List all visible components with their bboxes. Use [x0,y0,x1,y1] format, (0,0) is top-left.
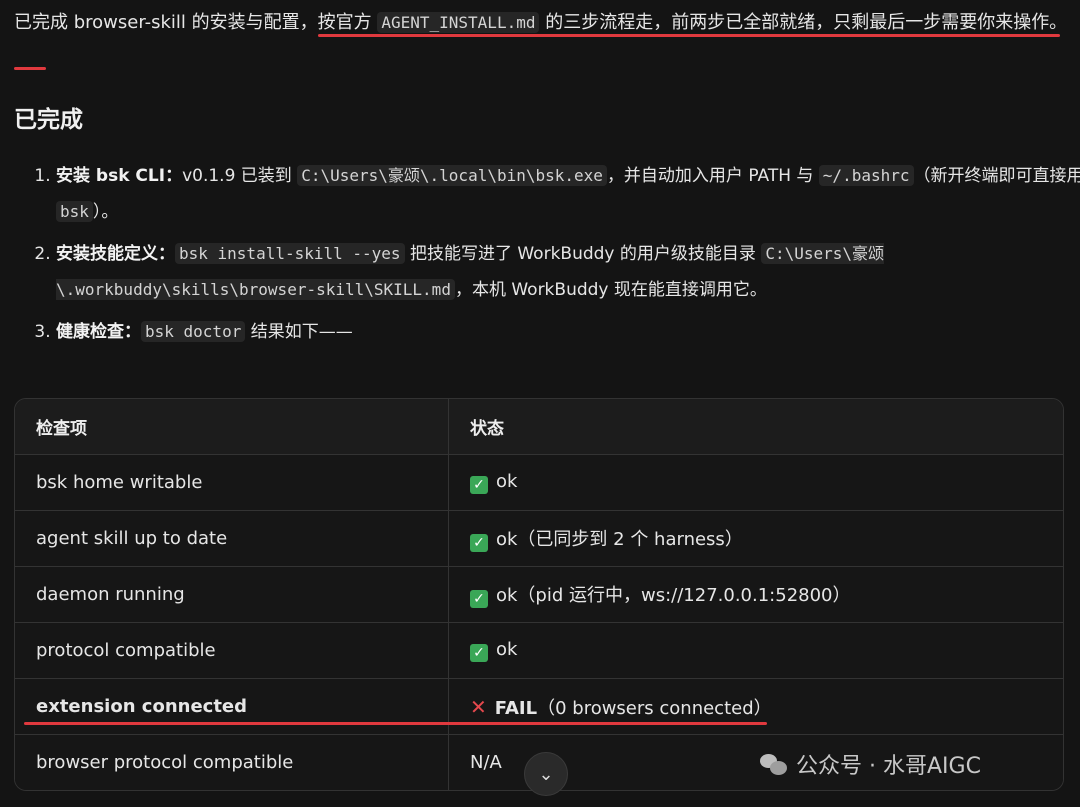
step-title: 安装技能定义： [56,244,175,264]
step-code: ~/.bashrc [818,165,914,186]
table-row: bsk home writable ✓ ok [15,454,1063,511]
check-icon: ✓ [470,476,488,494]
status-cell: ✓ ok（pid 运行中，ws://127.0.0.1:52800） [448,566,1063,623]
status-cell: ✓ ok（已同步到 2 个 harness） [448,510,1063,567]
table-row: daemon running ✓ ok（pid 运行中，ws://127.0.0.… [15,566,1063,623]
check-icon: ✓ [470,644,488,662]
intro-highlight-prefix: 按官方 [317,12,378,33]
status-cell: ✓ ok [448,454,1063,511]
step-text: v0.1.9 已装到 [182,166,298,186]
status-text: ok [496,471,518,492]
status-text: ok（已同步到 2 个 harness） [496,529,743,550]
step-code: C:\Users\豪颂\.local\bin\bsk.exe [297,165,607,186]
check-item: browser protocol compatible [15,734,449,790]
intro-text: 已完成 browser-skill 的安装与配置， [14,12,318,33]
step-text: 结果如下—— [245,322,353,342]
intro-underline-1 [318,34,1060,37]
step-text: 把技能写进了 WorkBuddy 的用户级技能目录 [404,244,762,264]
check-item: protocol compatible [15,622,449,679]
column-header-status: 状态 [448,399,1063,455]
intro-highlight-suffix: 的三步流程走，前两步已全部就绪，只剩最后一步需要你来操作。 [539,12,1068,33]
step-text: （新开终端即可直接用 [913,166,1080,186]
table-row: extension connected ✕ FAIL（0 browsers con… [15,678,1063,735]
column-header-check: 检查项 [15,399,449,455]
watermark-text: 公众号 · 水哥AIGC [796,754,981,779]
cross-icon: ✕ [470,694,487,719]
status-text: （0 browsers connected） [537,697,772,719]
status-cell: ✓ ok [448,622,1063,679]
section-title: 已完成 [14,107,83,133]
check-icon: ✓ [470,534,488,552]
check-item: extension connected [15,678,449,735]
check-icon: ✓ [470,590,488,608]
table-header-row: 检查项 状态 [15,399,1063,455]
doctor-results-table: 检查项 状态 bsk home writable ✓ ok agent skill… [14,398,1064,791]
step-text: ）。 [92,202,119,222]
step-item: 健康检查：bsk doctor 结果如下—— [56,314,1080,350]
status-cell: ✕ FAIL（0 browsers connected） [448,678,1063,735]
wechat-icon [760,752,788,776]
step-code: bsk install-skill --yes [175,243,405,264]
status-text: ok（pid 运行中，ws://127.0.0.1:52800） [496,585,851,606]
step-code: bsk [56,201,93,222]
step-item: 安装 bsk CLI：v0.1.9 已装到 C:\Users\豪颂\.local… [56,158,1080,230]
install-doc-code: AGENT_INSTALL.md [377,12,540,33]
step-item: 安装技能定义：bsk install-skill --yes 把技能写进了 Wo… [56,236,1080,308]
watermark: 公众号 · 水哥AIGC [760,748,981,780]
chevron-down-icon: ⌄ [538,763,554,785]
status-text: N/A [470,752,502,773]
step-text: ，并自动加入用户 PATH 与 [606,166,819,186]
step-title: 安装 bsk CLI： [56,166,183,186]
table-row: protocol compatible ✓ ok [15,622,1063,679]
check-item: bsk home writable [15,454,449,511]
fail-label: FAIL [494,697,538,719]
table-row: agent skill up to date ✓ ok（已同步到 2 个 harn… [15,510,1063,567]
step-title: 健康检查： [56,322,141,342]
check-item: agent skill up to date [15,510,449,567]
check-item: daemon running [15,566,449,623]
steps-list: 安装 bsk CLI：v0.1.9 已装到 C:\Users\豪颂\.local… [22,158,1080,356]
status-text: ok [496,639,518,660]
step-code: bsk doctor [141,321,246,342]
step-text: ，本机 WorkBuddy 现在能直接调用它。 [454,280,767,300]
failure-underline [24,722,767,725]
scroll-down-button[interactable]: ⌄ [524,752,568,796]
intro-underline-2 [14,67,46,70]
